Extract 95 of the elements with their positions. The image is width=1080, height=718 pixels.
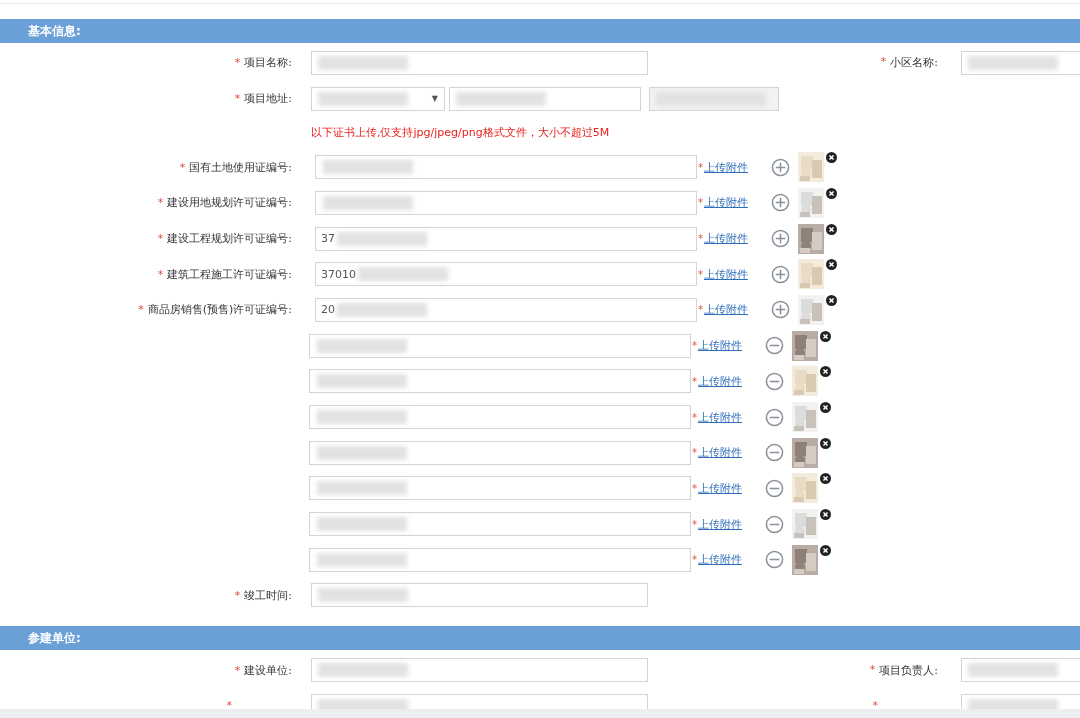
- close-icon[interactable]: [826, 259, 837, 271]
- input-field[interactable]: [311, 50, 648, 75]
- required-mark: *: [692, 518, 697, 530]
- required-mark: *: [692, 375, 697, 387]
- field-label: 项目名称:: [244, 55, 292, 71]
- field-label: 项目地址:: [244, 91, 292, 107]
- required-mark: *: [698, 161, 703, 173]
- section-title: 参建单位:: [28, 629, 81, 647]
- required-mark: *: [157, 232, 164, 246]
- required-mark: *: [692, 554, 697, 566]
- field-label: 建筑工程施工许可证编号:: [167, 266, 292, 282]
- upload-link[interactable]: 上传附件: [698, 480, 742, 496]
- input-field[interactable]: [309, 333, 691, 358]
- upload-link[interactable]: 上传附件: [704, 159, 748, 175]
- required-mark: *: [698, 268, 703, 280]
- upload-link[interactable]: 上传附件: [698, 409, 742, 425]
- input-field[interactable]: [309, 405, 691, 430]
- close-icon[interactable]: [826, 294, 837, 306]
- required-mark: *: [698, 197, 703, 209]
- minus-icon[interactable]: [765, 371, 784, 391]
- required-mark: *: [692, 340, 697, 352]
- upload-link[interactable]: 上传附件: [704, 266, 748, 282]
- upload-link[interactable]: 上传附件: [704, 195, 748, 211]
- required-mark: *: [880, 55, 887, 71]
- add-icon[interactable]: [771, 193, 790, 213]
- upload-link[interactable]: 上传附件: [698, 552, 742, 568]
- input-field[interactable]: [309, 476, 691, 501]
- add-icon[interactable]: [771, 229, 790, 249]
- upload-link[interactable]: 上传附件: [698, 445, 742, 461]
- close-icon[interactable]: [820, 437, 831, 449]
- select-field[interactable]: ▼: [311, 86, 445, 111]
- input-field[interactable]: [309, 512, 691, 537]
- minus-icon[interactable]: [765, 407, 784, 427]
- input-field[interactable]: [311, 658, 648, 683]
- required-mark: *: [234, 588, 241, 602]
- input-field[interactable]: 20: [315, 297, 697, 322]
- close-icon[interactable]: [820, 366, 831, 378]
- required-mark: *: [179, 160, 186, 174]
- add-icon[interactable]: [771, 157, 790, 177]
- scrollbar-track[interactable]: [0, 709, 1080, 718]
- required-mark: *: [869, 662, 876, 678]
- section-title: 基本信息:: [28, 22, 81, 40]
- input-field[interactable]: [311, 583, 648, 608]
- input-field[interactable]: 37: [315, 226, 697, 251]
- minus-icon[interactable]: [765, 336, 784, 356]
- upload-notice: 以下证书上传,仅支持jpg/jpeg/png格式文件，大小不超过5M: [311, 125, 610, 141]
- input-field[interactable]: [961, 50, 1080, 75]
- required-mark: *: [692, 447, 697, 459]
- upload-link[interactable]: 上传附件: [698, 373, 742, 389]
- upload-link[interactable]: 上传附件: [704, 231, 748, 247]
- required-mark: *: [692, 411, 697, 423]
- required-mark: *: [226, 699, 232, 709]
- field-label: 建设单位:: [244, 662, 292, 678]
- input-field[interactable]: [309, 547, 691, 572]
- add-icon[interactable]: [771, 300, 790, 320]
- field-label: 商品房销售(预售)许可证编号:: [147, 302, 292, 318]
- required-mark: *: [698, 233, 703, 245]
- add-icon[interactable]: [771, 264, 790, 284]
- close-icon[interactable]: [820, 330, 831, 342]
- field-label: 小区名称:: [890, 55, 938, 71]
- input-field[interactable]: [449, 86, 641, 111]
- field-label: 建设工程规划许可证编号:: [167, 231, 292, 247]
- minus-icon[interactable]: [765, 550, 784, 570]
- close-icon[interactable]: [820, 402, 831, 414]
- close-icon[interactable]: [826, 187, 837, 199]
- required-mark: *: [692, 482, 697, 494]
- required-mark: *: [234, 663, 241, 677]
- minus-icon[interactable]: [765, 443, 784, 463]
- close-icon[interactable]: [820, 509, 831, 521]
- close-icon[interactable]: [826, 223, 837, 235]
- field-label: 建设用地规划许可证编号:: [167, 195, 292, 211]
- input-field[interactable]: [961, 658, 1080, 683]
- close-icon[interactable]: [820, 544, 831, 556]
- required-mark: *: [872, 699, 878, 709]
- input-field[interactable]: 37010: [315, 262, 697, 287]
- upload-link[interactable]: 上传附件: [698, 516, 742, 532]
- required-mark: *: [157, 267, 164, 281]
- minus-icon[interactable]: [765, 478, 784, 498]
- close-icon[interactable]: [826, 152, 837, 164]
- input-field[interactable]: [309, 369, 691, 394]
- required-mark: *: [234, 92, 241, 106]
- input-field[interactable]: [315, 155, 697, 180]
- required-mark: *: [157, 196, 164, 210]
- upload-link[interactable]: 上传附件: [698, 338, 742, 354]
- upload-link[interactable]: 上传附件: [704, 302, 748, 318]
- field-label: 竣工时间:: [244, 587, 292, 603]
- minus-icon[interactable]: [765, 514, 784, 534]
- field-label: 项目负责人:: [879, 662, 938, 678]
- input-field[interactable]: [309, 440, 691, 465]
- input-field[interactable]: [315, 190, 697, 215]
- required-mark: *: [698, 304, 703, 316]
- required-mark: *: [234, 56, 241, 70]
- close-icon[interactable]: [820, 473, 831, 485]
- field-label: 国有土地使用证编号:: [189, 159, 292, 175]
- required-mark: *: [138, 303, 144, 317]
